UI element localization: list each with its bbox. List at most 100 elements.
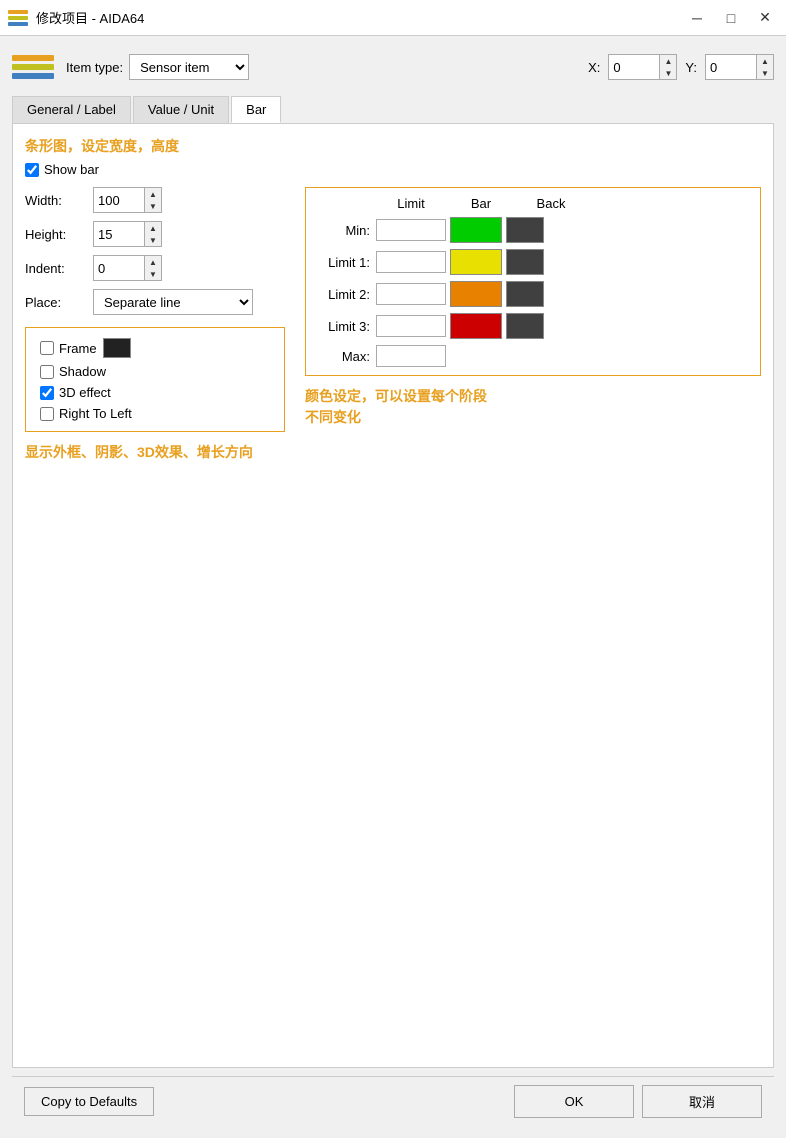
content-layout: Width: ▲ ▼ Height: ▲ — [25, 187, 761, 462]
y-up-button[interactable]: ▲ — [757, 55, 773, 67]
xy-group: X: 0 ▲ ▼ Y: 0 ▲ ▼ — [588, 54, 774, 80]
show-bar-label[interactable]: Show bar — [25, 162, 99, 177]
limit1-label: Limit 1: — [316, 255, 376, 270]
limit2-limit-input[interactable] — [376, 283, 446, 305]
item-type-dropdown[interactable]: Sensor item — [129, 54, 249, 80]
copy-to-defaults-button[interactable]: Copy to Defaults — [24, 1087, 154, 1116]
close-button[interactable]: ✕ — [752, 8, 778, 28]
height-spinner: ▲ ▼ — [145, 221, 162, 247]
width-up[interactable]: ▲ — [145, 188, 161, 200]
limit2-row: Limit 2: — [316, 281, 750, 307]
shadow-label[interactable]: Shadow — [40, 364, 106, 379]
window-controls: ─ □ ✕ — [684, 8, 778, 28]
max-row: Max: — [316, 345, 750, 367]
indent-label: Indent: — [25, 261, 85, 276]
effect3d-checkbox[interactable] — [40, 386, 54, 400]
frame-text: Frame — [59, 341, 97, 356]
rtl-checkbox[interactable] — [40, 407, 54, 421]
height-row: Height: ▲ ▼ — [25, 221, 285, 247]
limit1-row: Limit 1: — [316, 249, 750, 275]
effect3d-label[interactable]: 3D effect — [40, 385, 111, 400]
indent-down[interactable]: ▼ — [145, 268, 161, 280]
shadow-row: Shadow — [40, 364, 270, 379]
indent-input[interactable] — [93, 255, 145, 281]
maximize-button[interactable]: □ — [718, 8, 744, 28]
shadow-checkbox[interactable] — [40, 365, 54, 379]
limit1-limit-input[interactable] — [376, 251, 446, 273]
width-label: Width: — [25, 193, 85, 208]
minimize-button[interactable]: ─ — [684, 8, 710, 28]
annotation-top: 条形图，设定宽度，高度 — [25, 136, 761, 156]
rtl-text: Right To Left — [59, 406, 132, 421]
width-down[interactable]: ▼ — [145, 200, 161, 212]
frame-row: Frame — [40, 338, 270, 358]
x-down-button[interactable]: ▼ — [660, 67, 676, 79]
limit2-back-swatch[interactable] — [506, 281, 544, 307]
limit3-bar-swatch[interactable] — [450, 313, 502, 339]
width-field: ▲ ▼ — [93, 187, 162, 213]
y-field: 0 ▲ ▼ — [705, 54, 774, 80]
height-down[interactable]: ▼ — [145, 234, 161, 246]
y-spinner: ▲ ▼ — [757, 54, 774, 80]
indent-up[interactable]: ▲ — [145, 256, 161, 268]
limit3-row: Limit 3: — [316, 313, 750, 339]
min-limit-input[interactable] — [376, 219, 446, 241]
tab-bar[interactable]: Bar — [231, 96, 281, 123]
y-down-button[interactable]: ▼ — [757, 67, 773, 79]
rtl-label[interactable]: Right To Left — [40, 406, 132, 421]
height-label: Height: — [25, 227, 85, 242]
ok-button[interactable]: OK — [514, 1085, 634, 1118]
x-spinner: ▲ ▼ — [660, 54, 677, 80]
limit1-bar-swatch[interactable] — [450, 249, 502, 275]
x-label: X: — [588, 60, 600, 75]
y-input[interactable]: 0 — [705, 54, 757, 80]
show-bar-checkbox[interactable] — [25, 163, 39, 177]
indent-spinner: ▲ ▼ — [145, 255, 162, 281]
min-back-swatch[interactable] — [506, 217, 544, 243]
limit-col-header: Limit — [376, 196, 446, 211]
bar-col-header: Bar — [446, 196, 516, 211]
limit3-back-swatch[interactable] — [506, 313, 544, 339]
limit3-limit-input[interactable] — [376, 315, 446, 337]
annotation-right-line2: 不同变化 — [305, 409, 361, 425]
bottom-bar: Copy to Defaults OK 取消 — [12, 1076, 774, 1126]
height-input[interactable] — [93, 221, 145, 247]
x-field: 0 ▲ ▼ — [608, 54, 677, 80]
tab-value-unit[interactable]: Value / Unit — [133, 96, 229, 123]
annotation-bottom: 显示外框、阴影、3D效果、增长方向 — [25, 442, 285, 462]
x-up-button[interactable]: ▲ — [660, 55, 676, 67]
height-up[interactable]: ▲ — [145, 222, 161, 234]
height-field: ▲ ▼ — [93, 221, 162, 247]
max-limit-input[interactable] — [376, 345, 446, 367]
limit2-label: Limit 2: — [316, 287, 376, 302]
app-icon — [8, 8, 28, 28]
annotation-right-line1: 颜色设定，可以设置每个阶段 — [305, 388, 487, 404]
show-bar-row: Show bar — [25, 162, 761, 177]
logo-icon — [12, 48, 54, 86]
tab-general-label[interactable]: General / Label — [12, 96, 131, 123]
limit3-label: Limit 3: — [316, 319, 376, 334]
frame-color-swatch[interactable] — [103, 338, 131, 358]
options-box: Frame Shadow — [25, 327, 285, 432]
cancel-button[interactable]: 取消 — [642, 1085, 762, 1118]
color-table: Limit Bar Back Min: Limit 1: — [305, 187, 761, 376]
max-label: Max: — [316, 349, 376, 364]
toolbar-row: Item type: Sensor item X: 0 ▲ ▼ Y: 0 ▲ ▼ — [12, 48, 774, 86]
place-dropdown[interactable]: Separate line Same line New line — [93, 289, 253, 315]
effect3d-row: 3D effect — [40, 385, 270, 400]
show-bar-text: Show bar — [44, 162, 99, 177]
frame-checkbox[interactable] — [40, 341, 54, 355]
indent-row: Indent: ▲ ▼ — [25, 255, 285, 281]
min-label: Min: — [316, 223, 376, 238]
limit1-back-swatch[interactable] — [506, 249, 544, 275]
annotation-right: 颜色设定，可以设置每个阶段 不同变化 — [305, 386, 761, 428]
width-input[interactable] — [93, 187, 145, 213]
frame-label[interactable]: Frame — [40, 341, 97, 356]
place-label: Place: — [25, 295, 85, 310]
left-panel: Width: ▲ ▼ Height: ▲ — [25, 187, 285, 462]
limit2-bar-swatch[interactable] — [450, 281, 502, 307]
x-input[interactable]: 0 — [608, 54, 660, 80]
bottom-right-buttons: OK 取消 — [514, 1085, 762, 1118]
min-bar-swatch[interactable] — [450, 217, 502, 243]
effect3d-text: 3D effect — [59, 385, 111, 400]
